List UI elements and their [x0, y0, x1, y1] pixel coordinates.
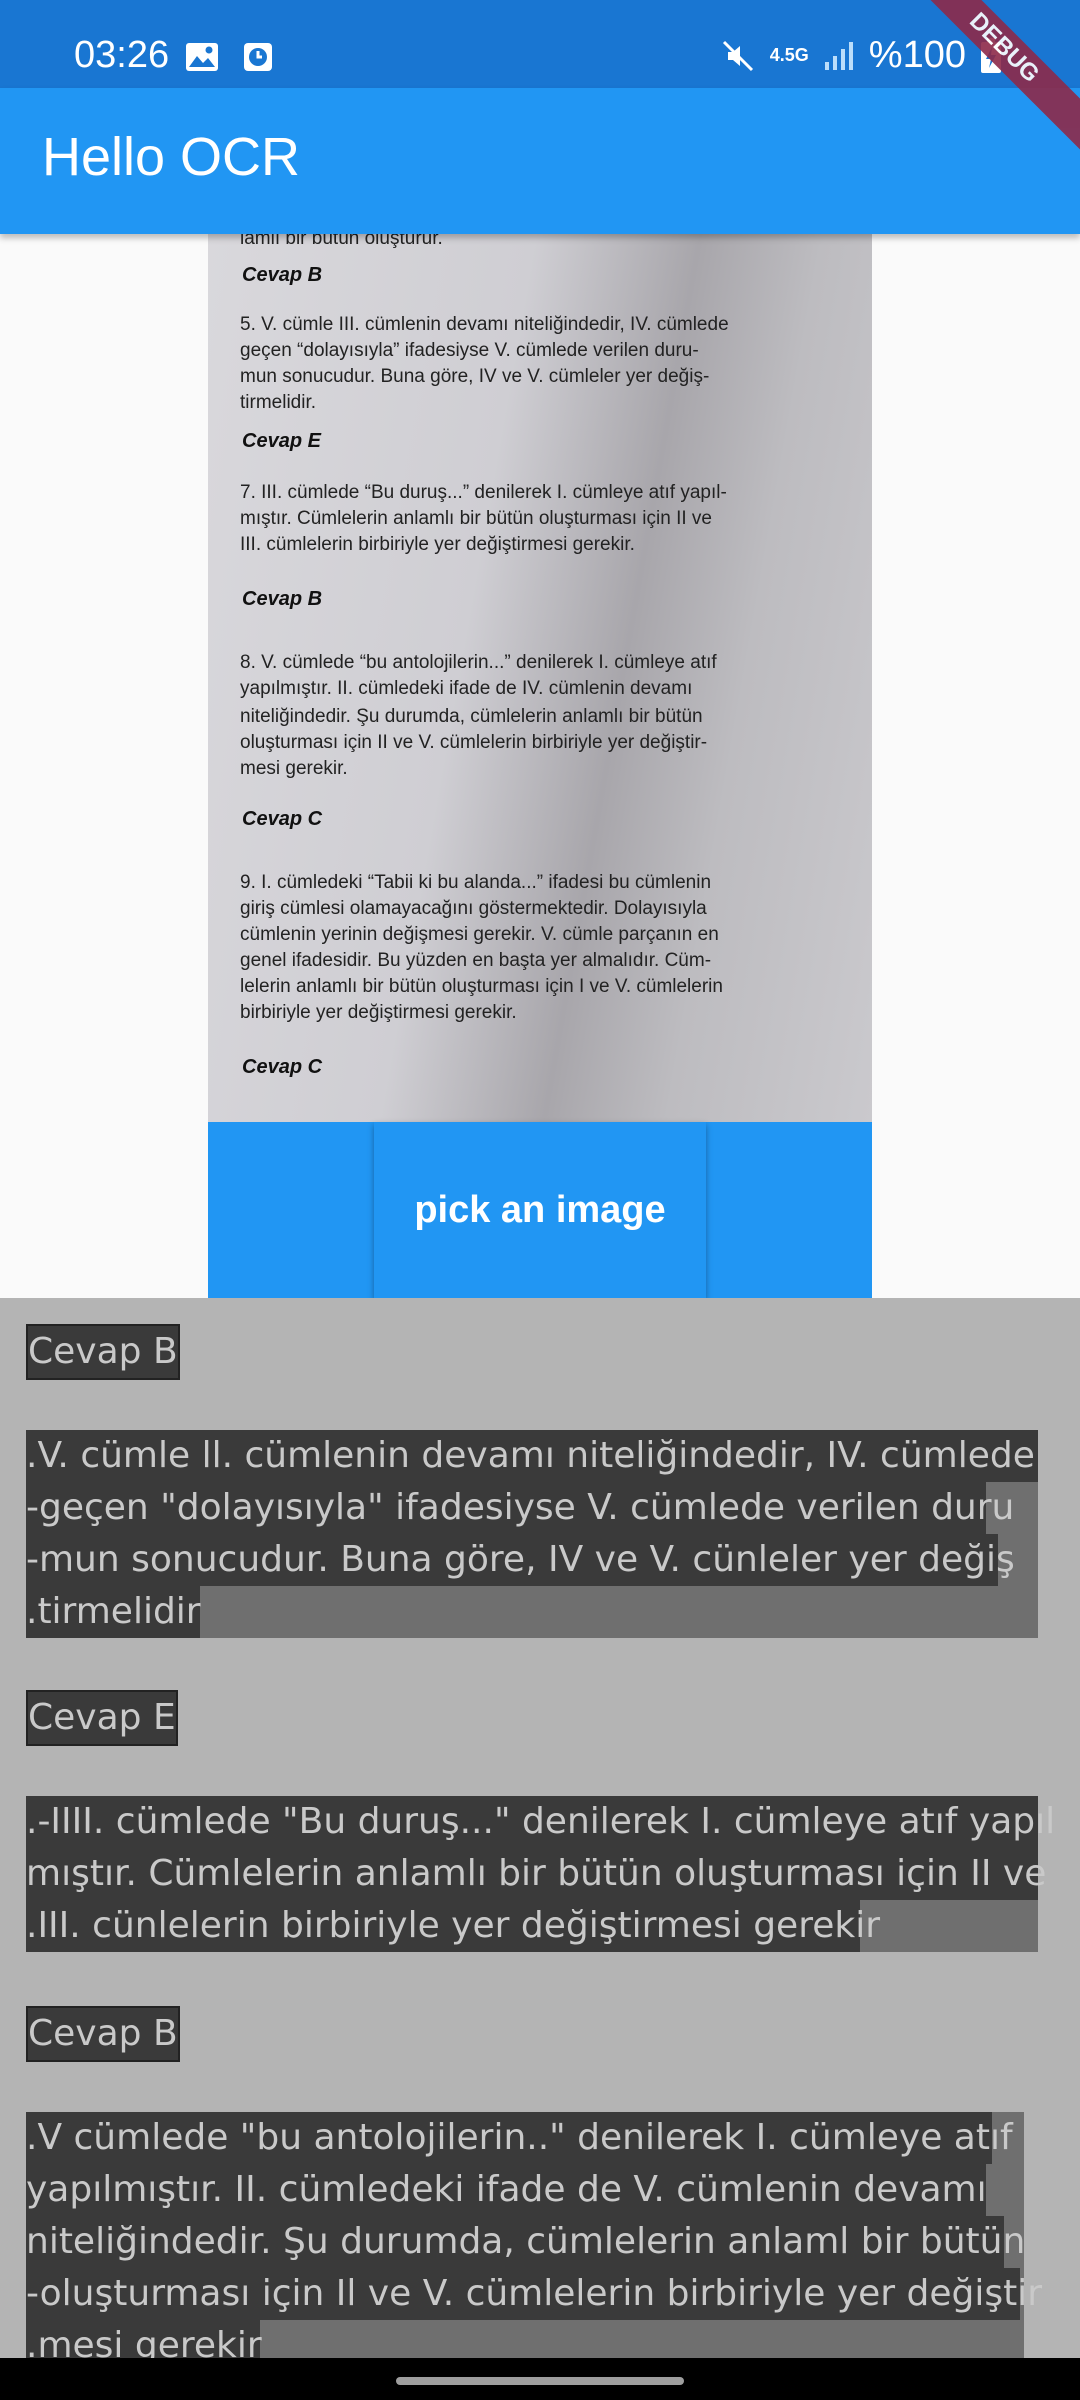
photo-line: mun sonucudur. Buna göre, IV ve V. cümle…: [240, 366, 710, 387]
ocr-paragraph-1: .V. cümle ll. cümlenin devamı niteliğind…: [26, 1430, 1038, 1638]
ocr-heading-2: Cevap E: [26, 1690, 178, 1746]
photo-heading: Cevap E: [242, 430, 321, 452]
photo-line: 9. I. cümledeki “Tabii ki bu alanda...” …: [240, 872, 712, 893]
photo-heading: Cevap C: [242, 808, 323, 830]
photo-line: 7. III. cümlede “Bu duruş...” denilerek …: [240, 482, 727, 503]
photo-line: cümlenin yerinin değişmesi gerekir. V. c…: [240, 924, 719, 945]
status-bar: 03:26 4.5G %100: [0, 0, 1080, 88]
notification-icons: [185, 42, 273, 72]
ocr-heading-3: Cevap B: [26, 2006, 180, 2062]
photo-line: mıştır. Cümlelerin anlamlı bir bütün olu…: [240, 508, 713, 529]
photo-heading: Cevap B: [242, 588, 323, 610]
scanned-page-image: lamlı bir bütün oluşturur. Cevap B 5. V.…: [208, 234, 872, 1122]
photo-line: niteliğindedir. Şu durumda, cümlelerin a…: [240, 706, 703, 727]
photo-line: genel ifadesidir. Bu yüzden en başta yer…: [240, 950, 712, 971]
photo-line: mesi gerekir.: [240, 758, 348, 779]
photo-heading: Cevap C: [242, 1056, 323, 1078]
photo-line: geçen “dolayısıyla” ifadesiyse V. cümled…: [240, 340, 699, 361]
ocr-heading-1: Cevap B: [26, 1324, 180, 1380]
photo-line: birbiriyle yer değiştirmesi gerekir.: [240, 1002, 517, 1023]
ocr-paragraph-2: .-IIII. cümlede "Bu duruş..." denilerek …: [26, 1796, 1055, 1952]
pick-image-button[interactable]: pick an image: [374, 1122, 706, 1298]
ocr-paragraph-3: .V cümlede "bu antolojilerin.." denilere…: [26, 2112, 1042, 2358]
photo-line: yapılmıştır. II. cümledeki ifade de IV. …: [240, 678, 693, 699]
photo-line: 5. V. cümle III. cümlenin devamı niteliğ…: [240, 314, 729, 335]
photo-line: lamlı bir bütün oluşturur.: [240, 234, 443, 249]
network-type: 4.5G: [769, 45, 809, 65]
navigation-bar: [0, 2358, 1080, 2400]
mute-icon: [722, 40, 753, 71]
photo-line: giriş cümlesi olamayacağını göstermekted…: [240, 898, 707, 919]
photo-heading: Cevap B: [242, 264, 323, 286]
photo-line: lelerin anlamlı bir bütün oluşturması iç…: [240, 976, 723, 997]
photo-line: oluşturması için II ve V. cümlelerin bir…: [240, 732, 708, 753]
clock-icon: [244, 43, 272, 71]
app-bar: Hello OCR: [0, 88, 1080, 234]
app-title: Hello OCR: [42, 127, 301, 187]
status-right: 4.5G %100: [720, 34, 1002, 77]
photo-line: tirmelidir.: [240, 392, 317, 413]
ocr-result-area: Cevap B .V. cümle ll. cümlenin devamı ni…: [0, 1298, 1080, 2358]
status-time: 03:26: [74, 34, 170, 76]
image-icon: [186, 43, 218, 71]
photo-line: 8. V. cümlede “bu antolojilerin...” deni…: [240, 652, 717, 673]
photo-line: III. cümlelerin birbiriyle yer değiştirm…: [240, 534, 635, 555]
home-gesture-handle[interactable]: [396, 2377, 684, 2385]
signal-icon: [824, 41, 853, 70]
battery-level: %100: [868, 34, 966, 76]
